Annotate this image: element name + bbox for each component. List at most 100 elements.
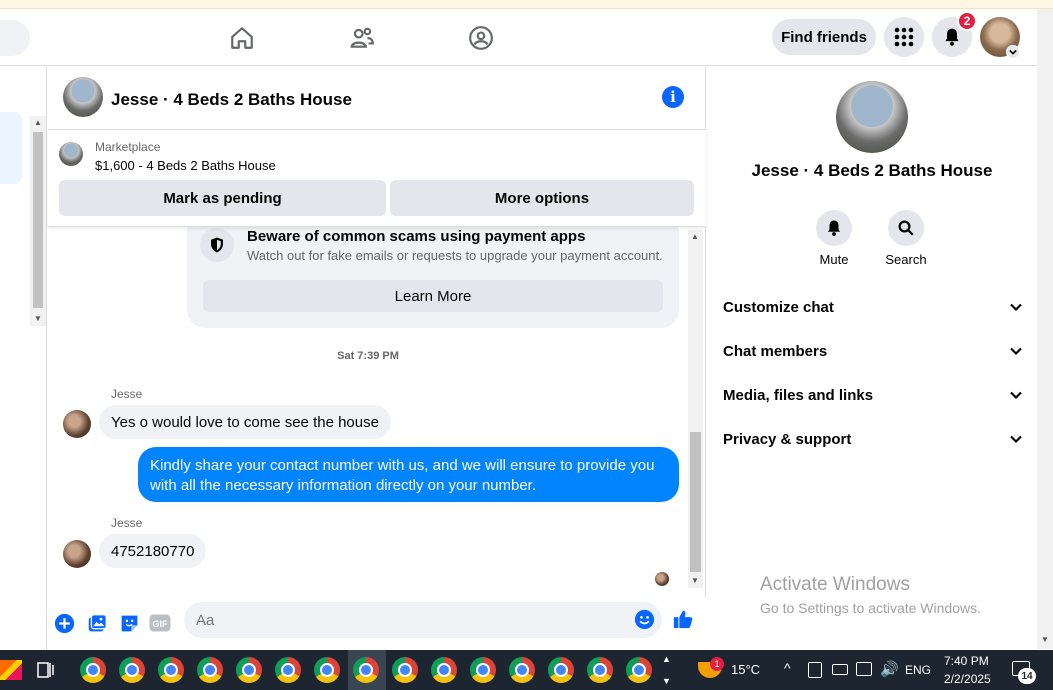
learn-more-button[interactable]: Learn More: [203, 280, 663, 312]
incoming-message-bubble[interactable]: Yes o would love to come see the house: [99, 405, 391, 439]
taskbar-scroll-up-icon[interactable]: ▲: [662, 654, 671, 664]
chevron-down-icon: [1010, 347, 1022, 356]
chrome-taskbar-icon[interactable]: [431, 657, 457, 683]
chrome-taskbar-icon[interactable]: [314, 657, 340, 683]
chrome-taskbar-icon[interactable]: [392, 657, 418, 683]
section-media-files-links[interactable]: Media, files and links: [723, 383, 1023, 407]
taskbar-scroll-down-icon[interactable]: ▼: [662, 676, 671, 686]
clock-time[interactable]: 7:40 PM: [944, 654, 989, 668]
search-label: Search: [885, 252, 927, 267]
language-indicator[interactable]: ENG: [905, 663, 931, 677]
home-icon[interactable]: [227, 23, 257, 53]
outgoing-message-bubble[interactable]: Kindly share your contact number with us…: [138, 447, 679, 502]
listing-price[interactable]: $1,600 - 4 Beds 2 Baths House: [95, 158, 276, 173]
menu-grid-icon[interactable]: [884, 17, 924, 57]
scroll-down-arrow-icon[interactable]: ▼: [691, 576, 699, 585]
watermark-line-2: Go to Settings to activate Windows.: [760, 600, 981, 616]
message-composer: GIF: [48, 598, 706, 650]
chrome-taskbar-icon[interactable]: [548, 657, 574, 683]
network-icon[interactable]: [856, 662, 872, 676]
scrollbar-thumb[interactable]: [33, 132, 43, 308]
tray-chevron-up-icon[interactable]: ^: [784, 660, 791, 676]
chat-list-scrollbar[interactable]: ▲ ▼: [30, 116, 46, 326]
notification-count-badge: 14: [1018, 668, 1036, 684]
photo-gallery-icon[interactable]: [86, 612, 108, 634]
notification-badge: 2: [957, 11, 977, 31]
facebook-top-bar: Find friends 2: [0, 9, 1037, 66]
scam-warning-subtitle: Watch out for fake emails or requests to…: [247, 248, 663, 263]
chrome-taskbar-icon[interactable]: [275, 657, 301, 683]
weather-alert-badge: 1: [710, 657, 724, 671]
chrome-taskbar-icon[interactable]: [158, 657, 184, 683]
sender-avatar[interactable]: [63, 540, 91, 568]
find-friends-button[interactable]: Find friends: [772, 19, 876, 55]
message-timestamp: Sat 7:39 PM: [337, 350, 399, 362]
chevron-down-icon: [1010, 391, 1022, 400]
section-label: Media, files and links: [723, 386, 874, 404]
chevron-down-icon[interactable]: [1006, 45, 1020, 59]
message-input[interactable]: [184, 602, 662, 638]
section-label: Privacy & support: [723, 430, 852, 448]
chrome-taskbar-icon[interactable]: [353, 657, 379, 683]
conversation-info-panel: Jesse · 4 Beds 2 Baths House Mute Search…: [707, 66, 1037, 650]
chat-list-item-selected[interactable]: [0, 112, 22, 184]
chevron-down-icon: [1010, 435, 1022, 444]
scroll-down-arrow-icon[interactable]: ▼: [34, 314, 42, 323]
section-privacy-support[interactable]: Privacy & support: [723, 427, 1023, 451]
mute-label: Mute: [819, 252, 849, 267]
search-icon[interactable]: [888, 210, 924, 246]
conversation-name: Jesse · 4 Beds 2 Baths House: [751, 161, 993, 180]
activate-windows-watermark: Activate Windows Go to Settings to activ…: [760, 574, 981, 616]
chrome-taskbar-icon[interactable]: [470, 657, 496, 683]
scroll-up-arrow-icon[interactable]: ▲: [34, 118, 42, 127]
section-chat-members[interactable]: Chat members: [723, 339, 1023, 363]
sticker-icon[interactable]: [118, 612, 140, 634]
chrome-taskbar-icon[interactable]: [587, 657, 613, 683]
chrome-taskbar-icon[interactable]: [509, 657, 535, 683]
sender-name: Jesse: [111, 387, 143, 401]
chat-title[interactable]: Jesse · 4 Beds 2 Baths House: [111, 90, 352, 110]
search-button[interactable]: Search: [871, 210, 941, 267]
groups-icon[interactable]: [466, 23, 496, 53]
battery-icon[interactable]: [832, 664, 848, 675]
chrome-taskbar-icon[interactable]: [119, 657, 145, 683]
shield-icon: [200, 228, 234, 262]
chrome-taskbar-icon[interactable]: [236, 657, 262, 683]
gif-icon[interactable]: GIF: [149, 612, 171, 634]
sender-avatar[interactable]: [63, 410, 91, 438]
scroll-down-arrow-icon[interactable]: ▼: [1041, 635, 1049, 644]
chrome-taskbar-icon[interactable]: [197, 657, 223, 683]
conversation-panel: Jesse · 4 Beds 2 Baths House i Marketpla…: [48, 66, 706, 650]
bell-icon[interactable]: [816, 210, 852, 246]
more-options-button[interactable]: More options: [390, 180, 694, 216]
seen-indicator-avatar: [655, 572, 669, 586]
page-scrollbar[interactable]: ▼: [1037, 9, 1053, 649]
mute-button[interactable]: Mute: [799, 210, 869, 267]
volume-icon[interactable]: 🔊: [880, 660, 899, 678]
task-view-icon[interactable]: [36, 660, 56, 680]
widget-icon[interactable]: [0, 660, 22, 680]
search-box[interactable]: [0, 20, 30, 56]
section-customize-chat[interactable]: Customize chat: [723, 295, 1023, 319]
chrome-taskbar-icon[interactable]: [80, 657, 106, 683]
scroll-up-arrow-icon[interactable]: ▲: [691, 232, 699, 241]
friends-icon[interactable]: [347, 23, 377, 53]
marketplace-label: Marketplace: [95, 140, 161, 154]
weather-temperature[interactable]: 15°C: [731, 662, 760, 677]
mark-as-pending-button[interactable]: Mark as pending: [59, 180, 386, 216]
gif-label: GIF: [153, 619, 169, 629]
listing-photo[interactable]: [836, 81, 908, 153]
chat-scrollbar[interactable]: ▲ ▼: [688, 230, 703, 588]
section-label: Chat members: [723, 342, 828, 360]
listing-thumbnail[interactable]: [63, 77, 103, 117]
emoji-icon[interactable]: [633, 608, 655, 630]
meet-now-icon[interactable]: [808, 662, 822, 678]
clock-date[interactable]: 2/2/2025: [944, 672, 991, 686]
chrome-taskbar-icon[interactable]: [626, 657, 652, 683]
plus-circle-icon[interactable]: [53, 612, 75, 634]
listing-thumbnail-small[interactable]: [59, 142, 83, 166]
info-icon[interactable]: i: [662, 86, 684, 108]
thumbs-up-icon[interactable]: [672, 608, 694, 630]
incoming-message-bubble[interactable]: 4752180770: [99, 534, 207, 568]
scrollbar-thumb[interactable]: [690, 432, 701, 572]
